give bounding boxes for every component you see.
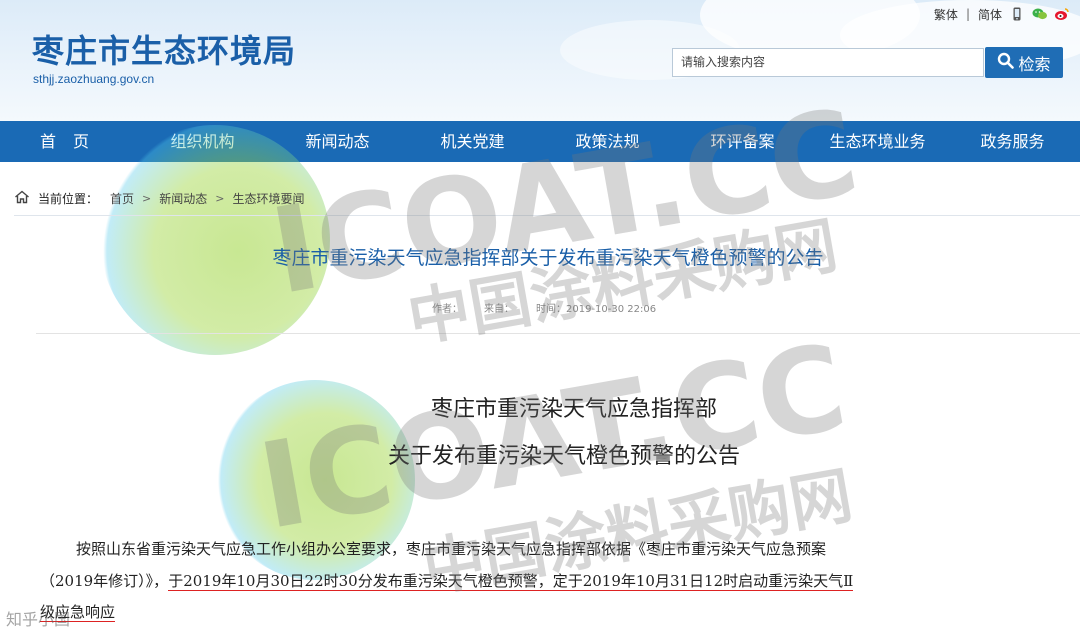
breadcrumb-arrow: >	[142, 191, 152, 205]
lang-traditional-link[interactable]: 繁体	[934, 6, 958, 23]
breadcrumb-label: 当前位置：	[38, 191, 99, 206]
breadcrumb-item-home[interactable]: 首页	[110, 190, 134, 207]
wechat-icon[interactable]	[1032, 7, 1047, 21]
weibo-icon[interactable]	[1054, 7, 1069, 21]
site-domain: sthjj.zaozhuang.gov.cn	[33, 72, 155, 86]
top-links: 繁体 | 简体	[934, 6, 1069, 23]
watermark-bottom-label: 知乎小国	[6, 610, 71, 629]
site-title[interactable]: 枣庄市生态环境局	[32, 26, 296, 72]
nav-item-home[interactable]: 首 页	[0, 121, 135, 162]
search-button[interactable]: 检索	[985, 47, 1063, 78]
breadcrumb-arrow: >	[215, 191, 225, 205]
home-icon	[14, 190, 30, 207]
site-header: 枣庄市生态环境局 sthjj.zaozhuang.gov.cn 繁体 | 简体 …	[0, 0, 1080, 121]
paragraph-segment: （2019年修订）》，	[40, 572, 169, 590]
nav-item-services[interactable]: 政务服务	[945, 121, 1080, 162]
breadcrumb-item-news[interactable]: 新闻动态	[159, 190, 207, 207]
search-input[interactable]: 请输入搜索内容	[672, 48, 984, 77]
lang-simplified-link[interactable]: 简体	[978, 6, 1002, 23]
search-icon	[997, 52, 1015, 73]
lang-separator: |	[965, 7, 970, 21]
search-button-label: 检索	[1018, 54, 1051, 74]
mobile-icon[interactable]	[1010, 7, 1024, 21]
breadcrumb: 当前位置： 首页 > 新闻动态 > 生态环境要闻	[14, 188, 305, 208]
